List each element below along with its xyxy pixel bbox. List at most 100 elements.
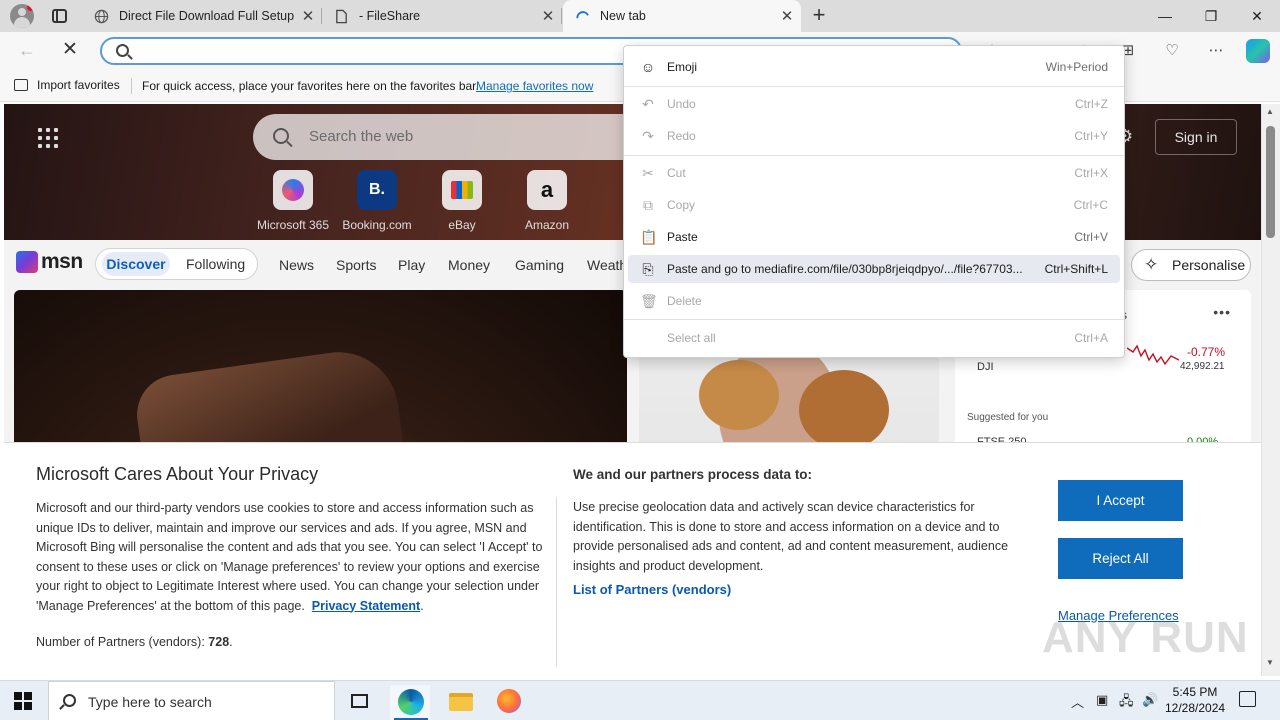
taskbar-search-box[interactable]: Type here to search [48, 681, 335, 720]
nav-sports[interactable]: Sports [336, 257, 376, 273]
import-favorites-button[interactable]: Import favorites [14, 78, 120, 92]
ebay-icon [442, 170, 482, 210]
copy-icon: ⧉ [643, 197, 653, 213]
tab-fileshare[interactable]: - FileShare ✕ [322, 0, 562, 32]
pastry-image [799, 370, 889, 450]
device-icon[interactable]: ▣ [1096, 692, 1108, 708]
notification-dot [27, 4, 34, 11]
personalise-button[interactable]: ✧ Personalise [1131, 249, 1251, 281]
menu-item-select-all[interactable]: Select all Ctrl+A [628, 324, 1120, 352]
folder-icon [449, 693, 473, 711]
quicklink-ebay[interactable]: eBay [419, 170, 505, 232]
tab-strip: Direct File Download Full Setup ✕ - File… [0, 0, 1280, 32]
manage-favorites-link[interactable]: Manage favorites now [476, 79, 593, 93]
clock-date: 12/28/2024 [1165, 701, 1226, 715]
menu-separator [624, 319, 1124, 320]
menu-item-label: Delete [667, 294, 702, 308]
windows-start-icon[interactable] [14, 692, 32, 710]
menu-item-delete[interactable]: 🗑 Delete [628, 287, 1120, 315]
menu-item-paste[interactable]: 📋 Paste Ctrl+V [628, 223, 1120, 251]
stock-value: 42,992.21 [1180, 361, 1225, 372]
search-icon [116, 44, 129, 57]
tab-close-button[interactable]: ✕ [773, 7, 801, 25]
back-arrow-icon[interactable]: ← [18, 40, 36, 61]
tab-direct-file-download[interactable]: Direct File Download Full Setup ✕ [82, 0, 322, 32]
search-icon [63, 694, 76, 707]
menu-item-redo[interactable]: ↷ Redo Ctrl+Y [628, 122, 1120, 150]
divider [556, 497, 557, 667]
new-tab-button[interactable]: + [808, 4, 830, 28]
undo-icon: ↶ [642, 96, 654, 112]
reject-all-button[interactable]: Reject All [1058, 538, 1183, 579]
feed-toggle: Discover Following [95, 248, 258, 280]
paste-icon: 📋 [640, 229, 658, 245]
edge-taskbar-button[interactable] [390, 685, 430, 720]
menu-item-shortcut: Ctrl+A [1074, 331, 1108, 345]
network-icon[interactable]: 🖧 [1119, 692, 1134, 714]
privacy-body-text: Microsoft and our third-party vendors us… [36, 501, 543, 613]
quicklink-microsoft-365[interactable]: Microsoft 365 [250, 170, 336, 232]
menu-item-paste-and-go[interactable]: ⎘ Paste and go to mediafire.com/file/030… [628, 255, 1120, 283]
msn-butterfly-icon [16, 251, 38, 273]
file-explorer-button[interactable] [440, 685, 480, 720]
stock-symbol: DJI [977, 361, 994, 373]
personalise-label: Personalise [1172, 257, 1246, 273]
tab-close-button[interactable]: ✕ [534, 7, 562, 25]
scroll-thumb[interactable] [1266, 126, 1275, 238]
tab-close-button[interactable]: ✕ [294, 7, 322, 25]
msn-logo[interactable]: msn [16, 250, 83, 274]
task-view-button[interactable] [340, 685, 380, 720]
personalise-icon: ✧ [1144, 255, 1159, 274]
tab-actions-icon[interactable] [52, 9, 67, 23]
nav-money[interactable]: Money [448, 257, 490, 273]
browser-essentials-icon[interactable]: ♡ [1162, 41, 1182, 61]
menu-item-cut[interactable]: ✂ Cut Ctrl+X [628, 159, 1120, 187]
menu-item-emoji[interactable]: ☺ Emoji Win+Period [628, 53, 1120, 81]
more-options-icon[interactable]: ⋯ [1206, 41, 1226, 61]
quicklink-label: eBay [448, 218, 476, 232]
accept-button[interactable]: I Accept [1058, 480, 1183, 521]
show-hidden-icons-chevron-icon[interactable]: ︿ [1071, 692, 1084, 711]
quicklink-label: Microsoft 365 [256, 218, 330, 232]
menu-item-shortcut: Ctrl+X [1074, 166, 1108, 180]
cut-icon: ✂ [642, 165, 654, 181]
firefox-button[interactable] [488, 685, 528, 720]
stock-change: -0.77% [1187, 345, 1226, 359]
nav-news[interactable]: News [279, 257, 314, 273]
sign-in-button[interactable]: Sign in [1155, 119, 1237, 155]
maximize-button[interactable]: ❐ [1188, 0, 1234, 32]
profile-avatar[interactable] [10, 4, 34, 28]
list-of-partners-link[interactable]: List of Partners (vendors) [573, 582, 731, 597]
stop-loading-icon[interactable]: ✕ [62, 38, 78, 61]
search-icon [273, 128, 289, 144]
tab-discover[interactable]: Discover [102, 252, 170, 276]
process-title: We and our partners process data to: [573, 467, 813, 482]
close-window-button[interactable]: ✕ [1234, 0, 1280, 32]
import-favorites-label: Import favorites [37, 78, 120, 92]
menu-item-shortcut: Ctrl+Z [1075, 97, 1108, 111]
process-body: Use precise geolocation data and activel… [573, 500, 1009, 573]
app-launcher-icon[interactable] [38, 128, 58, 148]
minimize-button[interactable]: — [1142, 0, 1188, 32]
nav-play[interactable]: Play [398, 257, 425, 273]
nav-gaming[interactable]: Gaming [515, 257, 564, 273]
quicklink-booking[interactable]: B. Booking.com [334, 170, 420, 232]
tab-new-tab[interactable]: New tab ✕ [563, 0, 801, 32]
quicklink-amazon[interactable]: a Amazon [504, 170, 590, 232]
notification-center-icon[interactable] [1239, 691, 1256, 707]
menu-item-label: Copy [667, 198, 696, 212]
scroll-up-arrow-icon[interactable]: ▲ [1266, 107, 1274, 116]
edge-icon [398, 689, 424, 715]
page-scrollbar[interactable]: ▲ ▼ [1261, 104, 1280, 676]
volume-icon[interactable]: 🔊 [1142, 692, 1158, 708]
copilot-icon[interactable] [1246, 39, 1270, 63]
scroll-down-arrow-icon[interactable]: ▼ [1266, 658, 1274, 667]
menu-item-undo[interactable]: ↶ Undo Ctrl+Z [628, 90, 1120, 118]
tab-following[interactable]: Following [186, 256, 245, 272]
menu-item-copy[interactable]: ⧉ Copy Ctrl+C [628, 191, 1120, 219]
nav-weather[interactable]: Weath [587, 257, 627, 273]
system-clock[interactable]: 5:45 PM 12/28/2024 [1165, 684, 1225, 716]
privacy-statement-link[interactable]: Privacy Statement [312, 599, 420, 613]
emoji-icon: ☺ [640, 59, 656, 75]
more-options-icon[interactable]: ••• [1213, 304, 1231, 320]
